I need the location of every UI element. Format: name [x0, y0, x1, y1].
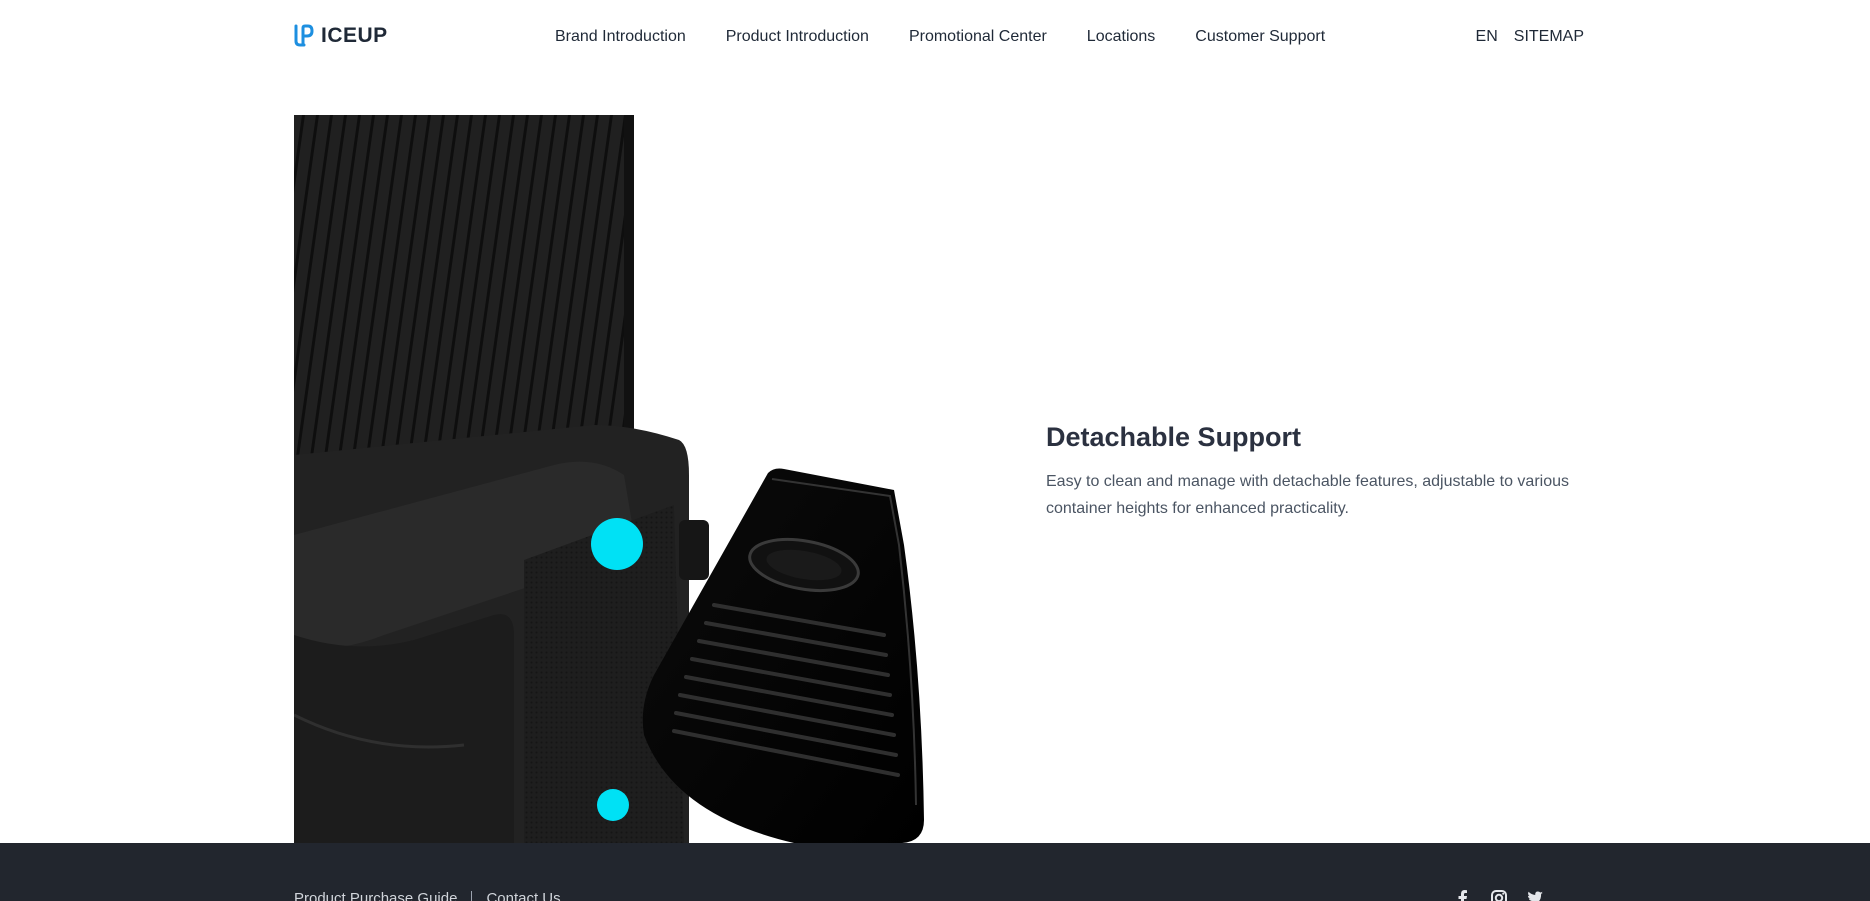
feature-hotspot-secondary[interactable] [597, 789, 629, 821]
feature-description: Easy to clean and manage with detachable… [1046, 473, 1569, 517]
brand-logo[interactable]: ICEUP [293, 24, 388, 48]
nav-customer-support[interactable]: Customer Support [1195, 27, 1325, 47]
nav-brand-introduction[interactable]: Brand Introduction [555, 27, 686, 47]
instagram-icon[interactable] [1490, 889, 1508, 901]
nav-promotional-center[interactable]: Promotional Center [909, 27, 1047, 47]
feature-panel: Detachable Support Easy to clean and man… [1046, 420, 1606, 522]
sitemap-link[interactable]: SITEMAP [1514, 27, 1584, 47]
footer-links: Product Purchase Guide Contact Us [294, 890, 561, 901]
feature-hotspot-primary[interactable] [591, 518, 643, 570]
feature-title: Detachable Support [1046, 422, 1302, 452]
product-render [294, 115, 924, 843]
site-footer: Product Purchase Guide Contact Us [0, 843, 1870, 901]
site-header: ICEUP Brand Introduction Product Introdu… [0, 0, 1870, 76]
footer-divider [471, 891, 473, 901]
main-nav: Brand Introduction Product Introduction … [555, 27, 1325, 47]
product-image [294, 115, 924, 843]
logo-mark-icon [294, 24, 314, 47]
logo-text: ICEUP [321, 24, 388, 47]
language-switch[interactable]: EN [1476, 27, 1498, 47]
footer-link-purchase-guide[interactable]: Product Purchase Guide [294, 890, 457, 901]
twitter-icon[interactable] [1526, 889, 1544, 901]
social-links [1454, 889, 1544, 901]
header-utilities: EN SITEMAP [1476, 27, 1584, 47]
facebook-icon[interactable] [1454, 889, 1472, 901]
nav-locations[interactable]: Locations [1087, 27, 1156, 47]
nav-product-introduction[interactable]: Product Introduction [726, 27, 869, 47]
footer-link-contact-us[interactable]: Contact Us [486, 890, 560, 901]
